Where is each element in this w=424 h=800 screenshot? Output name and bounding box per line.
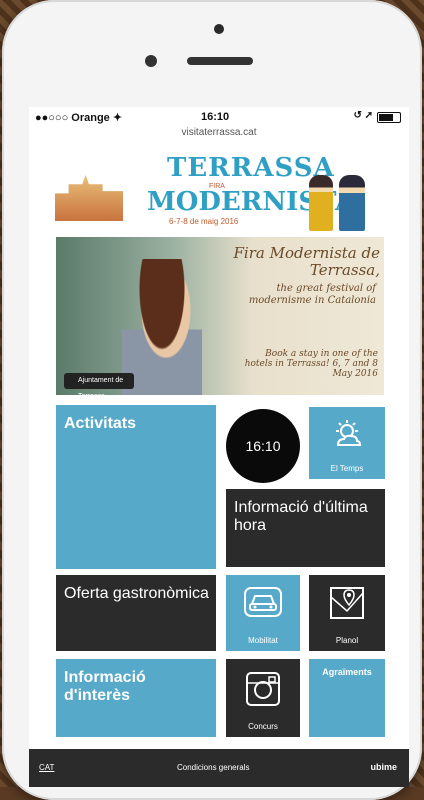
ubime-brand-link[interactable]: ubime [370, 762, 397, 772]
phone-sensor-dot [214, 24, 224, 34]
status-time: 16:10 [201, 111, 230, 123]
promo-banner[interactable]: Fira Modernista de Terrassa, the great f… [56, 237, 384, 395]
tile-planol-label: Planol [335, 636, 359, 645]
conditions-link[interactable]: Condicions generals [177, 763, 250, 772]
tile-informacio-interes[interactable]: Informació d'interès [56, 659, 216, 737]
weather-icon [330, 417, 364, 456]
footer-bar: CAT Condicions generals ubime [29, 749, 409, 787]
map-pin-icon [327, 585, 367, 628]
tile-oferta-gastronomica-label: Oferta gastronòmica [64, 585, 209, 602]
tile-concurs[interactable]: Concurs [226, 659, 300, 737]
tile-el-temps[interactable]: El Temps [309, 407, 385, 479]
tile-el-temps-label: El Temps [330, 464, 364, 473]
battery-icon [377, 112, 401, 123]
clock-badge: 16:10 [226, 409, 300, 483]
tile-informacio-ultima-hora-label: Informació d'última hora [234, 499, 368, 534]
tile-concurs-label: Concurs [248, 722, 278, 731]
car-icon [242, 585, 284, 624]
language-link[interactable]: CAT [39, 763, 54, 772]
woman-figure-icon [309, 175, 333, 231]
status-indicators: ↺ ➚ [353, 110, 373, 121]
banner-title: Fira Modernista de Terrassa, [233, 244, 381, 279]
tile-planol[interactable]: Planol [309, 575, 385, 651]
tile-informacio-ultima-hora[interactable]: Informació d'última hora [226, 489, 385, 567]
tile-oferta-gastronomica[interactable]: Oferta gastronòmica [56, 575, 216, 651]
url-bar[interactable]: visitaterrassa.cat [29, 127, 409, 143]
ajuntament-badge: Ajuntament de Terrassa [64, 373, 134, 395]
building-illustration-icon [55, 175, 123, 221]
banner-portrait-image [122, 259, 202, 395]
tile-mobilitat[interactable]: Mobilitat [226, 575, 300, 651]
logo-date: 6-7-8 de maig 2016 [169, 217, 239, 226]
tile-agraiments-label: Agraïments [322, 667, 372, 677]
banner-subtitle: the great festival of modernisme in Cata… [248, 283, 376, 306]
instagram-camera-icon [243, 669, 283, 714]
tile-activitats[interactable]: Activitats [56, 405, 216, 569]
status-bar: ●●○○○ Orange ✦ 16:10 ↺ ➚ [29, 107, 409, 127]
carrier-label: ●●○○○ Orange ✦ [35, 112, 123, 124]
banner-book-text: Book a stay in one of the hotels in Terr… [244, 349, 378, 379]
fira-logo[interactable]: TERRASSA FIRA MODERNISTA 6-7-8 de maig 2… [29, 147, 409, 233]
costumed-figures-illustration [303, 175, 373, 233]
tile-mobilitat-label: Mobilitat [248, 636, 278, 645]
tile-activitats-label: Activitats [64, 415, 137, 432]
tile-agraiments[interactable]: Agraïments [309, 659, 385, 737]
camera-icon [145, 55, 157, 67]
phone-frame: ●●○○○ Orange ✦ 16:10 ↺ ➚ visitaterrassa.… [2, 0, 422, 800]
phone-speaker [187, 57, 253, 65]
man-figure-icon [339, 175, 365, 231]
phone-screen: ●●○○○ Orange ✦ 16:10 ↺ ➚ visitaterrassa.… [29, 107, 409, 787]
tile-informacio-interes-label: Informació d'interès [64, 669, 146, 704]
